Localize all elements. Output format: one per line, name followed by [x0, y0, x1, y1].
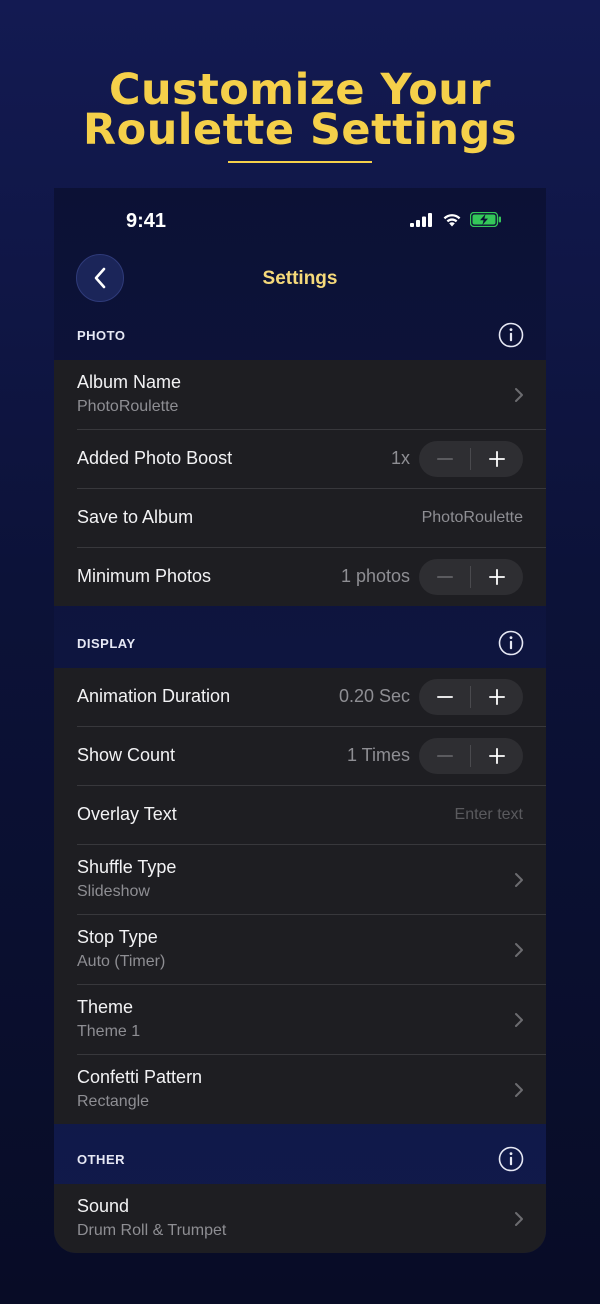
album-name-row[interactable]: Album Name PhotoRoulette	[77, 360, 546, 430]
minimum-photos-value: 1 photos	[340, 566, 410, 586]
section-header-photo: PHOTO	[54, 310, 546, 360]
decrement-button[interactable]	[419, 441, 471, 477]
theme-row[interactable]: Theme Theme 1	[77, 985, 546, 1055]
chevron-right-icon	[515, 1212, 523, 1226]
status-time: 9:41	[126, 210, 167, 232]
minus-icon	[437, 576, 453, 578]
minus-icon	[437, 696, 453, 698]
added-photo-boost-row: Added Photo Boost 1x	[77, 430, 546, 489]
row-subtitle: Theme 1	[77, 1023, 141, 1040]
minus-icon	[437, 755, 453, 757]
stepper-divider	[470, 566, 471, 588]
section-label: PHOTO	[77, 328, 126, 343]
stepper-divider	[470, 686, 471, 708]
chevron-right-icon	[515, 873, 523, 887]
other-settings-group: Sound Drum Roll & Trumpet	[54, 1184, 546, 1253]
section-label: DISPLAY	[77, 636, 136, 651]
headline-underline	[228, 161, 372, 163]
info-icon[interactable]	[498, 1146, 524, 1172]
row-title: Added Photo Boost	[77, 448, 233, 468]
battery-charging-icon	[470, 212, 501, 227]
row-subtitle: Auto (Timer)	[77, 953, 166, 970]
row-title: Shuffle Type	[77, 857, 177, 877]
navigation-bar: Settings	[54, 252, 546, 308]
row-title: Album Name	[77, 372, 182, 392]
increment-button[interactable]	[471, 738, 523, 774]
row-title: Overlay Text	[77, 804, 177, 824]
row-title: Stop Type	[77, 927, 158, 947]
minus-icon	[437, 458, 453, 460]
stepper-divider	[470, 745, 471, 767]
overlay-text-input[interactable]: Enter text	[455, 806, 523, 824]
section-header-other: OTHER	[54, 1134, 546, 1184]
photo-settings-group: Album Name PhotoRoulette Added Photo Boo…	[54, 360, 546, 606]
phone-screen: 9:41 Settings PHOTO Album Name PhotoRoul…	[54, 188, 546, 1253]
stop-type-row[interactable]: Stop Type Auto (Timer)	[77, 915, 546, 985]
section-label: OTHER	[77, 1152, 125, 1167]
shuffle-type-row[interactable]: Shuffle Type Slideshow	[77, 845, 546, 915]
row-title: Animation Duration	[77, 686, 231, 706]
chevron-right-icon	[515, 1013, 523, 1027]
boost-stepper[interactable]	[419, 441, 523, 477]
boost-value: 1x	[390, 448, 410, 468]
info-icon[interactable]	[498, 322, 524, 348]
chevron-right-icon	[515, 388, 523, 402]
row-subtitle: Drum Roll & Trumpet	[77, 1222, 227, 1239]
save-to-album-value: PhotoRoulette	[421, 509, 523, 526]
decrement-button[interactable]	[419, 679, 471, 715]
minimum-photos-row: Minimum Photos 1 photos	[77, 548, 546, 606]
wifi-icon	[443, 214, 461, 227]
plus-icon	[489, 689, 505, 705]
animation-duration-value: 0.20 Sec	[338, 686, 410, 706]
cellular-signal-icon	[410, 212, 432, 227]
page-title: Settings	[262, 268, 338, 289]
row-subtitle: Slideshow	[77, 883, 150, 900]
row-title: Show Count	[77, 745, 176, 765]
plus-icon	[489, 451, 505, 467]
display-settings-group: Animation Duration 0.20 Sec Show Count 1…	[54, 668, 546, 1124]
row-title: Minimum Photos	[77, 566, 212, 586]
row-title: Sound	[77, 1196, 130, 1216]
animation-duration-row: Animation Duration 0.20 Sec	[77, 668, 546, 727]
chevron-right-icon	[515, 1083, 523, 1097]
stepper-divider	[470, 448, 471, 470]
status-bar: 9:41	[54, 188, 546, 252]
confetti-pattern-row[interactable]: Confetti Pattern Rectangle	[77, 1055, 546, 1124]
save-to-album-row[interactable]: Save to Album PhotoRoulette	[77, 489, 546, 548]
show-count-value: 1 Times	[346, 745, 410, 765]
row-subtitle: Rectangle	[77, 1093, 150, 1110]
row-title: Theme	[77, 997, 134, 1017]
promo-headline: Customize Your Roulette Settings	[0, 65, 600, 155]
headline-line-2: Roulette Settings	[83, 105, 517, 155]
increment-button[interactable]	[471, 441, 523, 477]
section-header-display: DISPLAY	[54, 618, 546, 668]
show-count-row: Show Count 1 Times	[77, 727, 546, 786]
decrement-button[interactable]	[419, 738, 471, 774]
plus-icon	[489, 569, 505, 585]
show-count-stepper[interactable]	[419, 738, 523, 774]
info-icon[interactable]	[498, 630, 524, 656]
decrement-button[interactable]	[419, 559, 471, 595]
sound-row[interactable]: Sound Drum Roll & Trumpet	[77, 1184, 546, 1253]
status-icons	[410, 212, 502, 227]
row-title: Confetti Pattern	[77, 1067, 203, 1087]
plus-icon	[489, 748, 505, 764]
animation-duration-stepper[interactable]	[419, 679, 523, 715]
increment-button[interactable]	[471, 559, 523, 595]
chevron-right-icon	[515, 943, 523, 957]
headline-line-1: Customize Your	[108, 65, 492, 115]
minimum-photos-stepper[interactable]	[419, 559, 523, 595]
increment-button[interactable]	[471, 679, 523, 715]
row-subtitle: PhotoRoulette	[77, 398, 179, 415]
overlay-text-row[interactable]: Overlay Text Enter text	[77, 786, 546, 845]
row-title: Save to Album	[77, 507, 194, 527]
